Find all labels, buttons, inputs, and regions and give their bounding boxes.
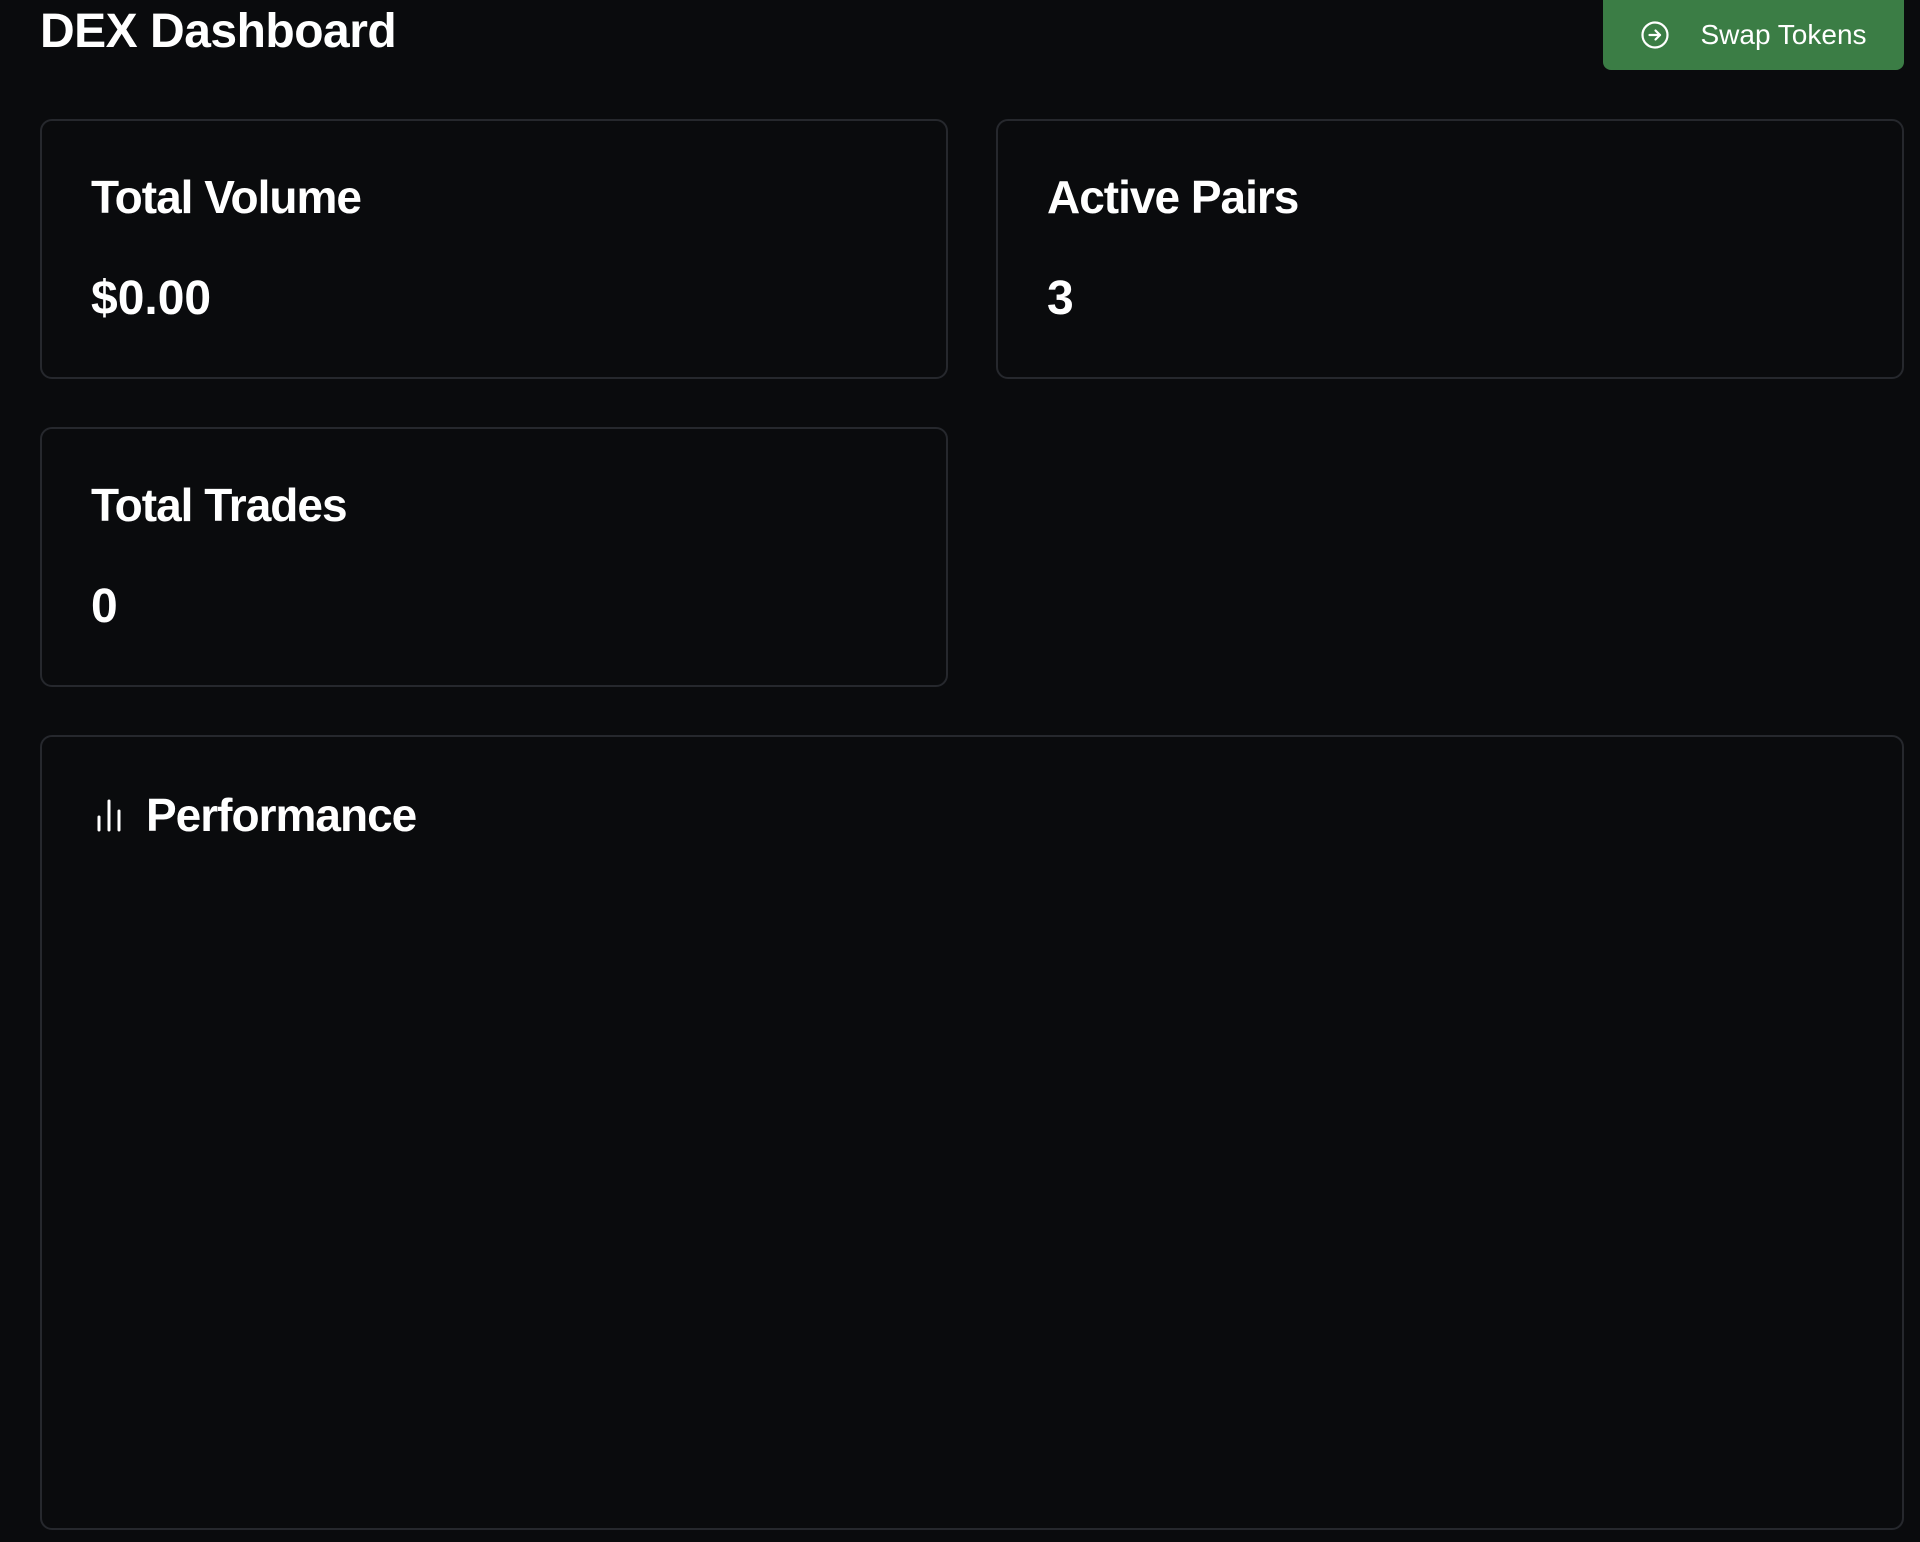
page-title: DEX Dashboard — [40, 5, 397, 58]
active-pairs-label: Active Pairs — [1047, 171, 1299, 223]
dex-dashboard-page: DEX Dashboard Swap Tokens Total Volume $… — [0, 0, 1920, 1542]
swap-tokens-button[interactable]: Swap Tokens — [1603, 0, 1904, 70]
total-volume-card: Total Volume $0.00 — [40, 119, 948, 379]
swap-tokens-button-label: Swap Tokens — [1700, 19, 1867, 50]
total-trades-label: Total Trades — [91, 479, 348, 531]
total-trades-value: 0 — [91, 580, 118, 633]
bar-chart-icon — [94, 797, 124, 833]
performance-header: Performance — [94, 787, 417, 843]
active-pairs-value: 3 — [1047, 272, 1074, 325]
total-volume-label: Total Volume — [91, 171, 362, 223]
performance-card: Performance — [40, 735, 1904, 1530]
active-pairs-card: Active Pairs 3 — [996, 119, 1904, 379]
total-trades-card: Total Trades 0 — [40, 427, 948, 687]
arrow-right-circle-icon — [1640, 20, 1670, 50]
total-volume-value: $0.00 — [91, 272, 212, 325]
performance-title: Performance — [146, 789, 417, 841]
performance-chart-area — [91, 877, 1853, 1488]
